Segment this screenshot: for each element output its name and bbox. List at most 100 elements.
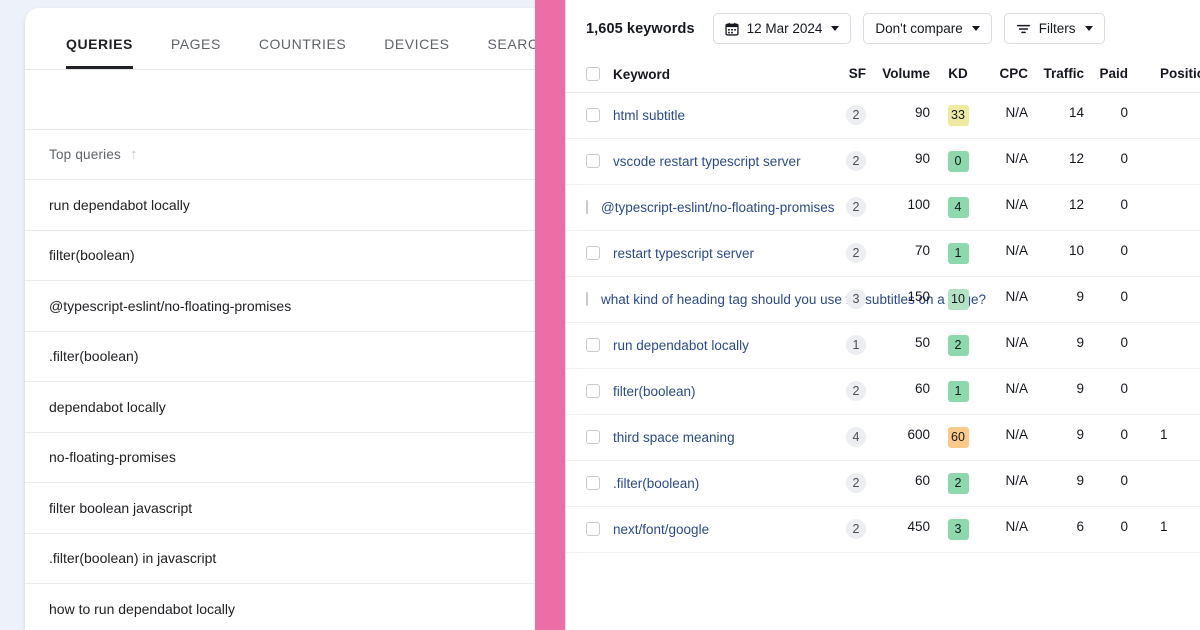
keyword-cell-inner: .filter(boolean): [586, 473, 816, 494]
tab-queries[interactable]: QUERIES: [66, 36, 133, 69]
query-row[interactable]: no-floating-promises: [25, 433, 545, 483]
filters-button[interactable]: Filters: [1003, 13, 1105, 44]
sf-badge: 2: [846, 196, 866, 217]
keyword-row[interactable]: what kind of heading tag should you use …: [566, 276, 1200, 323]
keyword-link[interactable]: run dependabot locally: [613, 335, 749, 356]
column-header-cpc[interactable]: CPC: [980, 57, 1032, 93]
arrow-up-icon[interactable]: ↑: [130, 147, 138, 162]
paid-cell: 0: [1090, 276, 1134, 323]
volume-cell: 60: [872, 368, 936, 415]
keyword-cell-inner: html subtitle: [586, 105, 816, 126]
query-row[interactable]: run dependabot locally: [25, 180, 545, 231]
traffic-cell: 9: [1032, 414, 1090, 461]
select-all-checkbox[interactable]: [586, 67, 600, 82]
kd-cell: 4: [936, 184, 980, 231]
row-checkbox[interactable]: [586, 475, 600, 490]
sf-badge: 4: [846, 426, 866, 447]
column-header-keyword[interactable]: Keyword: [566, 57, 816, 93]
query-row[interactable]: filter boolean javascript: [25, 483, 545, 534]
keyword-cell-inner: third space meaning: [586, 427, 816, 448]
keywords-toolbar: 1,605 keywords 12 Mar 2024 Don't compare…: [566, 0, 1200, 57]
keyword-count-label: 1,605 keywords: [586, 20, 695, 37]
keyword-cell-inner: what kind of heading tag should you use …: [586, 289, 986, 310]
kd-cell: 60: [936, 414, 980, 461]
volume-cell: 600: [872, 414, 936, 461]
tab-devices[interactable]: DEVICES: [384, 36, 449, 69]
column-header-traffic[interactable]: Traffic: [1032, 57, 1090, 93]
date-picker-button[interactable]: 12 Mar 2024: [712, 13, 852, 44]
sf-badge: 2: [846, 242, 866, 263]
cpc-cell: N/A: [980, 460, 1032, 507]
paid-cell: 0: [1090, 230, 1134, 277]
tab-pages[interactable]: PAGES: [171, 36, 221, 69]
kd-cell: 2: [936, 460, 980, 507]
column-header-paid[interactable]: Paid: [1090, 57, 1134, 93]
keyword-row[interactable]: run dependabot locally 1 50 2 N/A 9 0: [566, 322, 1200, 369]
query-text: run dependabot locally: [49, 196, 190, 213]
pink-divider: [535, 0, 565, 630]
volume-cell: 90: [872, 92, 936, 139]
keyword-link[interactable]: @typescript-eslint/no-floating-promises: [601, 197, 835, 218]
traffic-cell: 14: [1032, 92, 1090, 139]
keyword-cell-inner: restart typescript server: [586, 243, 816, 264]
row-checkbox[interactable]: [586, 107, 600, 122]
keyword-row[interactable]: filter(boolean) 2 60 1 N/A 9 0: [566, 368, 1200, 415]
row-checkbox[interactable]: [586, 429, 600, 444]
column-header-position[interactable]: Positio: [1134, 57, 1200, 93]
keyword-row[interactable]: vscode restart typescript server 2 90 0 N/A 1…: [566, 138, 1200, 185]
keyword-link[interactable]: vscode restart typescript server: [613, 151, 801, 172]
cpc-cell: N/A: [980, 322, 1032, 369]
row-checkbox[interactable]: [586, 199, 588, 214]
keyword-row[interactable]: html subtitle 2 90 33 N/A 14 0: [566, 92, 1200, 139]
keyword-link[interactable]: filter(boolean): [613, 381, 696, 402]
paid-cell: 0: [1090, 92, 1134, 139]
traffic-cell: 12: [1032, 138, 1090, 185]
row-checkbox[interactable]: [586, 383, 600, 398]
keyword-row[interactable]: third space meaning 4 600 60 N/A 9 0 1: [566, 414, 1200, 461]
keyword-link[interactable]: .filter(boolean): [613, 473, 699, 494]
keyword-cell-inner: next/font/google: [586, 519, 816, 540]
sf-cell: 2: [816, 138, 872, 185]
compare-dropdown-button[interactable]: Don't compare: [863, 13, 992, 44]
keyword-row[interactable]: @typescript-eslint/no-floating-promises 2…: [566, 184, 1200, 231]
row-checkbox[interactable]: [586, 291, 588, 306]
row-checkbox[interactable]: [586, 153, 600, 168]
search-console-panel: QUERIESPAGESCOUNTRIESDEVICESSEARCH A Top…: [0, 0, 545, 630]
column-header-sf[interactable]: SF: [816, 57, 872, 93]
keyword-link[interactable]: html subtitle: [613, 105, 685, 126]
keyword-link[interactable]: next/font/google: [613, 519, 709, 540]
keyword-cell: vscode restart typescript server: [566, 138, 816, 185]
keyword-cell-inner: run dependabot locally: [586, 335, 816, 356]
query-row[interactable]: dependabot locally: [25, 382, 545, 433]
row-checkbox[interactable]: [586, 337, 600, 352]
kd-badge: 0: [947, 150, 969, 172]
query-row[interactable]: .filter(boolean) in javascript: [25, 534, 545, 584]
sf-cell: 2: [816, 368, 872, 415]
query-text: filter(boolean): [49, 247, 135, 264]
column-header-volume[interactable]: Volume: [872, 57, 936, 93]
screenshot-root: QUERIESPAGESCOUNTRIESDEVICESSEARCH A Top…: [0, 0, 1200, 630]
keyword-cell: @typescript-eslint/no-floating-promises: [566, 184, 835, 231]
column-header-kd[interactable]: KD: [936, 57, 980, 93]
row-checkbox[interactable]: [586, 245, 600, 260]
keyword-link[interactable]: restart typescript server: [613, 243, 754, 264]
kd-cell: 1: [936, 368, 980, 415]
sf-cell: 2: [816, 230, 872, 277]
row-checkbox[interactable]: [586, 521, 600, 536]
kd-badge: 10: [947, 288, 969, 310]
tab-countries[interactable]: COUNTRIES: [259, 36, 346, 69]
query-row[interactable]: how to run dependabot locally: [25, 584, 545, 630]
traffic-cell: 6: [1032, 506, 1090, 553]
column-header-label: Keyword: [613, 66, 671, 82]
kd-badge: 33: [947, 104, 969, 126]
keyword-row[interactable]: restart typescript server 2 70 1 N/A 10 0: [566, 230, 1200, 277]
volume-cell: 50: [872, 322, 936, 369]
keyword-row[interactable]: next/font/google 2 450 3 N/A 6 0 1: [566, 506, 1200, 553]
query-row[interactable]: .filter(boolean): [25, 332, 545, 382]
volume-cell: 100: [872, 184, 936, 231]
keyword-cell: html subtitle: [566, 92, 816, 139]
keyword-link[interactable]: third space meaning: [613, 427, 735, 448]
query-row[interactable]: filter(boolean): [25, 231, 545, 281]
keyword-row[interactable]: .filter(boolean) 2 60 2 N/A 9 0: [566, 460, 1200, 507]
query-row[interactable]: @typescript-eslint/no-floating-promises: [25, 281, 545, 332]
